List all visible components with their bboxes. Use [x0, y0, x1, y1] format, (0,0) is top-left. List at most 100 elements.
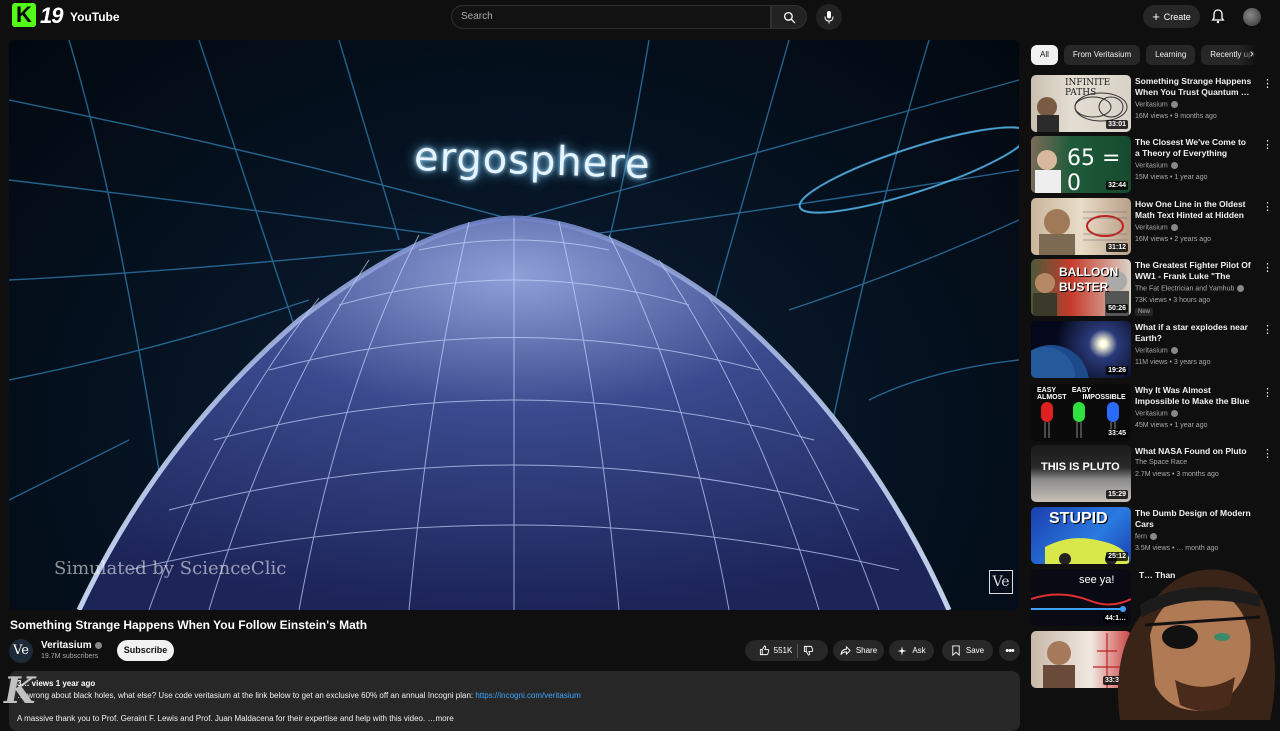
more-vertical-icon[interactable]: ⋮ [1262, 200, 1273, 213]
description-line-2: A massive thank you to Prof. Geraint F. … [17, 714, 454, 723]
video-duration: 31:12 [1106, 243, 1128, 252]
video-thumbnail[interactable]: BALLOON BUSTER 50:26 [1031, 259, 1131, 316]
recommendation-channel[interactable]: fern [1135, 533, 1158, 540]
chips-fade [1238, 45, 1280, 65]
recommendation-title[interactable]: What NASA Found on Pluto [1135, 446, 1253, 457]
thumbnail-text: BALLOON BUSTER [1059, 265, 1119, 294]
create-button[interactable]: + Create [1143, 5, 1200, 28]
recommendation-item[interactable]: 65 = 0 32:44 The Closest We've Come to a… [1031, 136, 1273, 193]
recommendation-meta: 16M views • 2 years ago [1135, 236, 1211, 243]
video-thumbnail[interactable]: THIS IS PLUTO 15:29 [1031, 445, 1131, 502]
notifications-bell-icon[interactable] [1210, 8, 1226, 24]
video-player[interactable]: ergosphere Simulated by ScienceClic Ve [9, 40, 1019, 610]
chip-from-veritasium[interactable]: From Veritasium [1063, 45, 1141, 65]
channel-avatar[interactable]: Ve [9, 639, 33, 663]
verified-icon [1170, 162, 1178, 169]
recommendation-channel[interactable]: Veritasium [1135, 162, 1178, 169]
recommendation-item[interactable]: INFINITE PATHS 33:01 Something Strange H… [1031, 75, 1273, 132]
recommendation-meta: 73K views • 3 hours ago [1135, 297, 1211, 304]
top-bar: K 19 YouTube Search + Create [0, 0, 1280, 34]
recommendation-title[interactable]: What if a star explodes near Earth? [1135, 322, 1253, 344]
share-label: Share [855, 646, 878, 655]
bookmark-icon [952, 645, 960, 656]
video-duration: 33:01 [1106, 120, 1128, 129]
recommendation-item[interactable]: BALLOON BUSTER 50:26 The Greatest Fighte… [1031, 259, 1273, 316]
recommendation-channel[interactable]: Veritasium [1135, 224, 1178, 231]
search-button[interactable] [771, 5, 807, 29]
description-box[interactable]: 3… views 1 year ago … wrong about black … [9, 671, 1020, 731]
recommendation-item[interactable]: 19:26 What if a star explodes near Earth… [1031, 321, 1273, 378]
verified-icon [1170, 410, 1178, 417]
recommendation-title[interactable]: The Dumb Design of Modern Cars [1135, 508, 1253, 530]
video-title: Something Strange Happens When You Follo… [10, 618, 368, 632]
video-thumbnail[interactable]: 65 = 0 32:44 [1031, 136, 1131, 193]
streamer-avatar-overlay [1118, 569, 1275, 720]
video-duration: 33:45 [1106, 429, 1128, 438]
share-icon [840, 645, 851, 656]
thumbnail-text: EASY EASY ALMOST IMPOSSIBLE [1037, 387, 1126, 401]
create-label: Create [1163, 11, 1191, 22]
verified-icon [1170, 224, 1178, 231]
recommendation-title[interactable]: The Greatest Fighter Pilot Of WW1 - Fran… [1135, 260, 1253, 282]
save-button[interactable]: Save [942, 640, 993, 661]
video-thumbnail[interactable]: 19:26 [1031, 321, 1131, 378]
video-thumbnail[interactable]: EASY EASY ALMOST IMPOSSIBLE 33:45 [1031, 384, 1131, 441]
like-button[interactable]: 551K [759, 645, 792, 656]
recommendation-channel[interactable]: Veritasium [1135, 347, 1178, 354]
more-horizontal-icon: ••• [1005, 644, 1015, 657]
recommendation-title[interactable]: How One Line in the Oldest Math Text Hin… [1135, 199, 1253, 221]
chevron-right-icon[interactable]: › [1250, 48, 1254, 60]
corner-logo-overlay: K [4, 670, 36, 712]
recommendation-channel[interactable]: The Space Race [1135, 459, 1187, 466]
search-icon [783, 11, 795, 23]
subscribe-button[interactable]: Subscribe [117, 640, 174, 661]
video-duration: 15:29 [1106, 490, 1128, 499]
account-avatar[interactable] [1243, 8, 1261, 26]
recommendation-channel[interactable]: The Fat Electrician and Yamhub [1135, 285, 1245, 292]
more-vertical-icon[interactable]: ⋮ [1262, 386, 1273, 399]
youtube-logo[interactable]: YouTube [70, 10, 120, 24]
ergosphere-label: ergosphere [413, 133, 652, 189]
recommendation-meta: 15M views • 1 year ago [1135, 174, 1208, 181]
recommendation-item[interactable]: EASY EASY ALMOST IMPOSSIBLE 33:45 Why It… [1031, 384, 1273, 441]
channel-watermark[interactable]: Ve [989, 570, 1013, 594]
search-input[interactable]: Search [451, 5, 771, 29]
more-actions-button[interactable]: ••• [999, 640, 1020, 661]
recommendation-meta: 16M views • 9 months ago [1135, 113, 1217, 120]
chip-all[interactable]: All [1031, 45, 1058, 65]
description-line-1: … wrong about black holes, what else? Us… [17, 691, 581, 700]
ask-button[interactable]: Ask [889, 640, 934, 661]
recommendation-title[interactable]: Why It Was Almost Impossible to Make the… [1135, 385, 1253, 407]
microphone-icon [824, 11, 834, 24]
thumbs-down-icon[interactable] [803, 645, 814, 656]
video-duration: 19:26 [1106, 366, 1128, 375]
more-vertical-icon[interactable]: ⋮ [1262, 447, 1273, 460]
verified-icon [94, 641, 102, 649]
verified-icon [1237, 285, 1245, 292]
recommendation-item[interactable]: 31:12 How One Line in the Oldest Math Te… [1031, 198, 1273, 255]
recommendation-title[interactable]: Something Strange Happens When You Trust… [1135, 76, 1253, 98]
verified-icon [1170, 347, 1178, 354]
recommendation-title[interactable]: The Closest We've Come to a Theory of Ev… [1135, 137, 1253, 159]
thumbs-up-icon [759, 645, 769, 656]
channel-name[interactable]: Veritasium [41, 640, 102, 651]
thumbnail-text: THIS IS PLUTO [1041, 461, 1120, 473]
more-vertical-icon[interactable]: ⋮ [1262, 138, 1273, 151]
recommendation-channel[interactable]: Veritasium [1135, 101, 1178, 108]
more-vertical-icon[interactable]: ⋮ [1262, 261, 1273, 274]
more-vertical-icon[interactable]: ⋮ [1262, 323, 1273, 336]
recommendation-item[interactable]: THIS IS PLUTO 15:29 What NASA Found on P… [1031, 445, 1273, 502]
spacetime-grid-graphic [9, 40, 1019, 610]
video-thumbnail[interactable]: INFINITE PATHS 33:01 [1031, 75, 1131, 132]
new-badge: New [1135, 308, 1154, 316]
save-label: Save [965, 646, 985, 655]
voice-search-button[interactable] [816, 4, 842, 30]
video-duration: 50:26 [1106, 304, 1128, 313]
recommendation-channel[interactable]: Veritasium [1135, 410, 1178, 417]
verified-icon [1170, 101, 1178, 108]
chip-learning[interactable]: Learning [1146, 45, 1196, 65]
video-thumbnail[interactable]: 31:12 [1031, 198, 1131, 255]
sponsor-link[interactable]: https://incogni.com/veritasium [475, 691, 580, 700]
more-vertical-icon[interactable]: ⋮ [1262, 77, 1273, 90]
share-button[interactable]: Share [833, 640, 884, 661]
